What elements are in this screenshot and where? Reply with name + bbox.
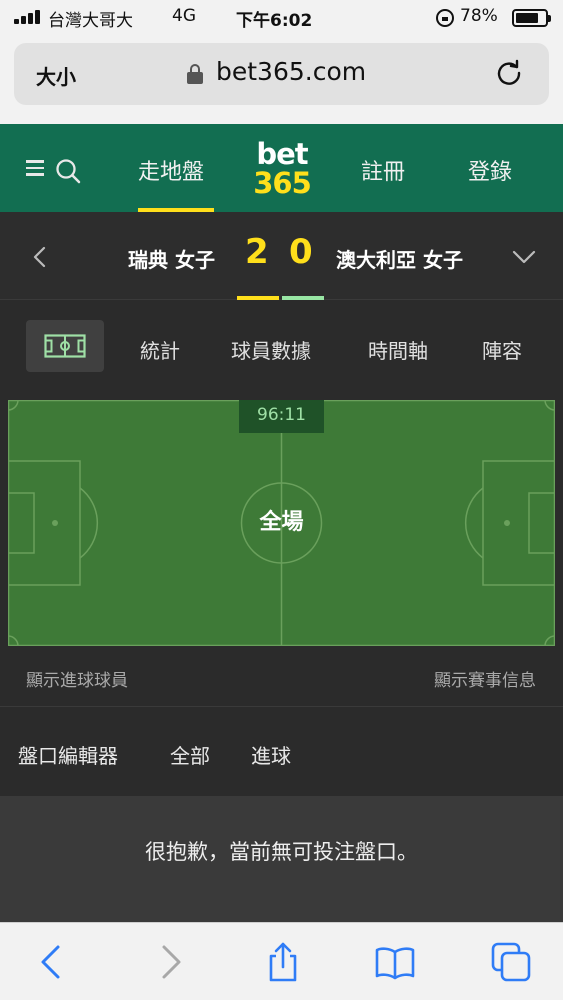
tab-pitch-view[interactable] [26,320,104,372]
bet365-logo[interactable]: bet 365 [250,140,314,200]
address-bar[interactable]: 大小 bet365.com [14,43,549,105]
match-header: 瑞典 女子 2 0 澳大利亞 女子 [0,212,563,300]
tab-timeline[interactable]: 時間軸 [368,335,428,364]
tab-lineup[interactable]: 陣容 [482,335,522,364]
reload-icon[interactable] [494,58,524,88]
site-header: 走地盤 bet 365 註冊 登錄 [0,124,563,212]
home-score: 2 [245,232,269,272]
chevron-left-icon[interactable] [30,246,50,268]
status-time: 下午6:02 [236,11,313,31]
show-scorers-link[interactable]: 顯示進球球員 [26,666,128,691]
match-status-label: 全場 [259,510,304,535]
orientation-lock-icon [436,9,454,27]
status-bar: 台灣大哥大 4G 下午6:02 78% [0,0,563,36]
text-size-button[interactable]: 大小 [36,61,76,90]
home-team-name: 瑞典 女子 [128,248,215,272]
search-icon[interactable] [54,157,82,185]
padlock-icon [187,64,203,84]
tab-all-markets[interactable]: 全部 [170,740,210,769]
browser-address-area: 大小 bet365.com [0,36,563,124]
no-markets-message: 很抱歉，當前無可投注盤口。 [145,840,418,864]
battery-percent: 78% [460,6,498,26]
carrier-name: 台灣大哥大 [48,11,133,31]
tab-stats[interactable]: 統計 [140,335,180,364]
chevron-down-icon[interactable] [512,248,536,266]
tab-market-editor[interactable]: 盤口編輯器 [18,740,118,769]
pitch-visualization: 96:11 全場 [8,400,555,646]
network-type: 4G [172,6,196,26]
market-tabs: 盤口編輯器 全部 進球 [0,706,563,796]
login-link[interactable]: 登錄 [468,154,512,186]
logo-text-top: bet [256,137,308,171]
logo-text-bottom: 365 [253,166,312,200]
signal-icon [14,10,44,24]
battery-icon [512,9,551,27]
match-tabs: 統計 球員數據 時間軸 陣容 [0,300,563,392]
pitch-links: 顯示進球球員 顯示賽事信息 [0,646,563,706]
pitch-icon [44,334,86,358]
away-score: 0 [289,232,313,272]
browser-toolbar [0,922,563,1000]
menu-icon[interactable] [26,160,44,176]
no-markets-panel: 很抱歉，當前無可投注盤口。 [0,796,563,922]
back-icon[interactable] [32,941,74,983]
bookmarks-icon[interactable] [374,941,416,983]
nav-live-betting[interactable]: 走地盤 [138,154,204,186]
tab-player-data[interactable]: 球員數據 [231,335,311,364]
show-match-info-link[interactable]: 顯示賽事信息 [434,666,536,691]
share-icon[interactable] [262,941,304,983]
tabs-icon[interactable] [490,941,532,983]
forward-icon[interactable] [148,941,190,983]
register-link[interactable]: 註冊 [361,154,405,186]
url-text[interactable]: bet365.com [216,57,366,86]
tab-goals[interactable]: 進球 [251,740,291,769]
away-team-name: 澳大利亞 女子 [336,248,463,272]
match-clock: 96:11 [239,400,324,433]
